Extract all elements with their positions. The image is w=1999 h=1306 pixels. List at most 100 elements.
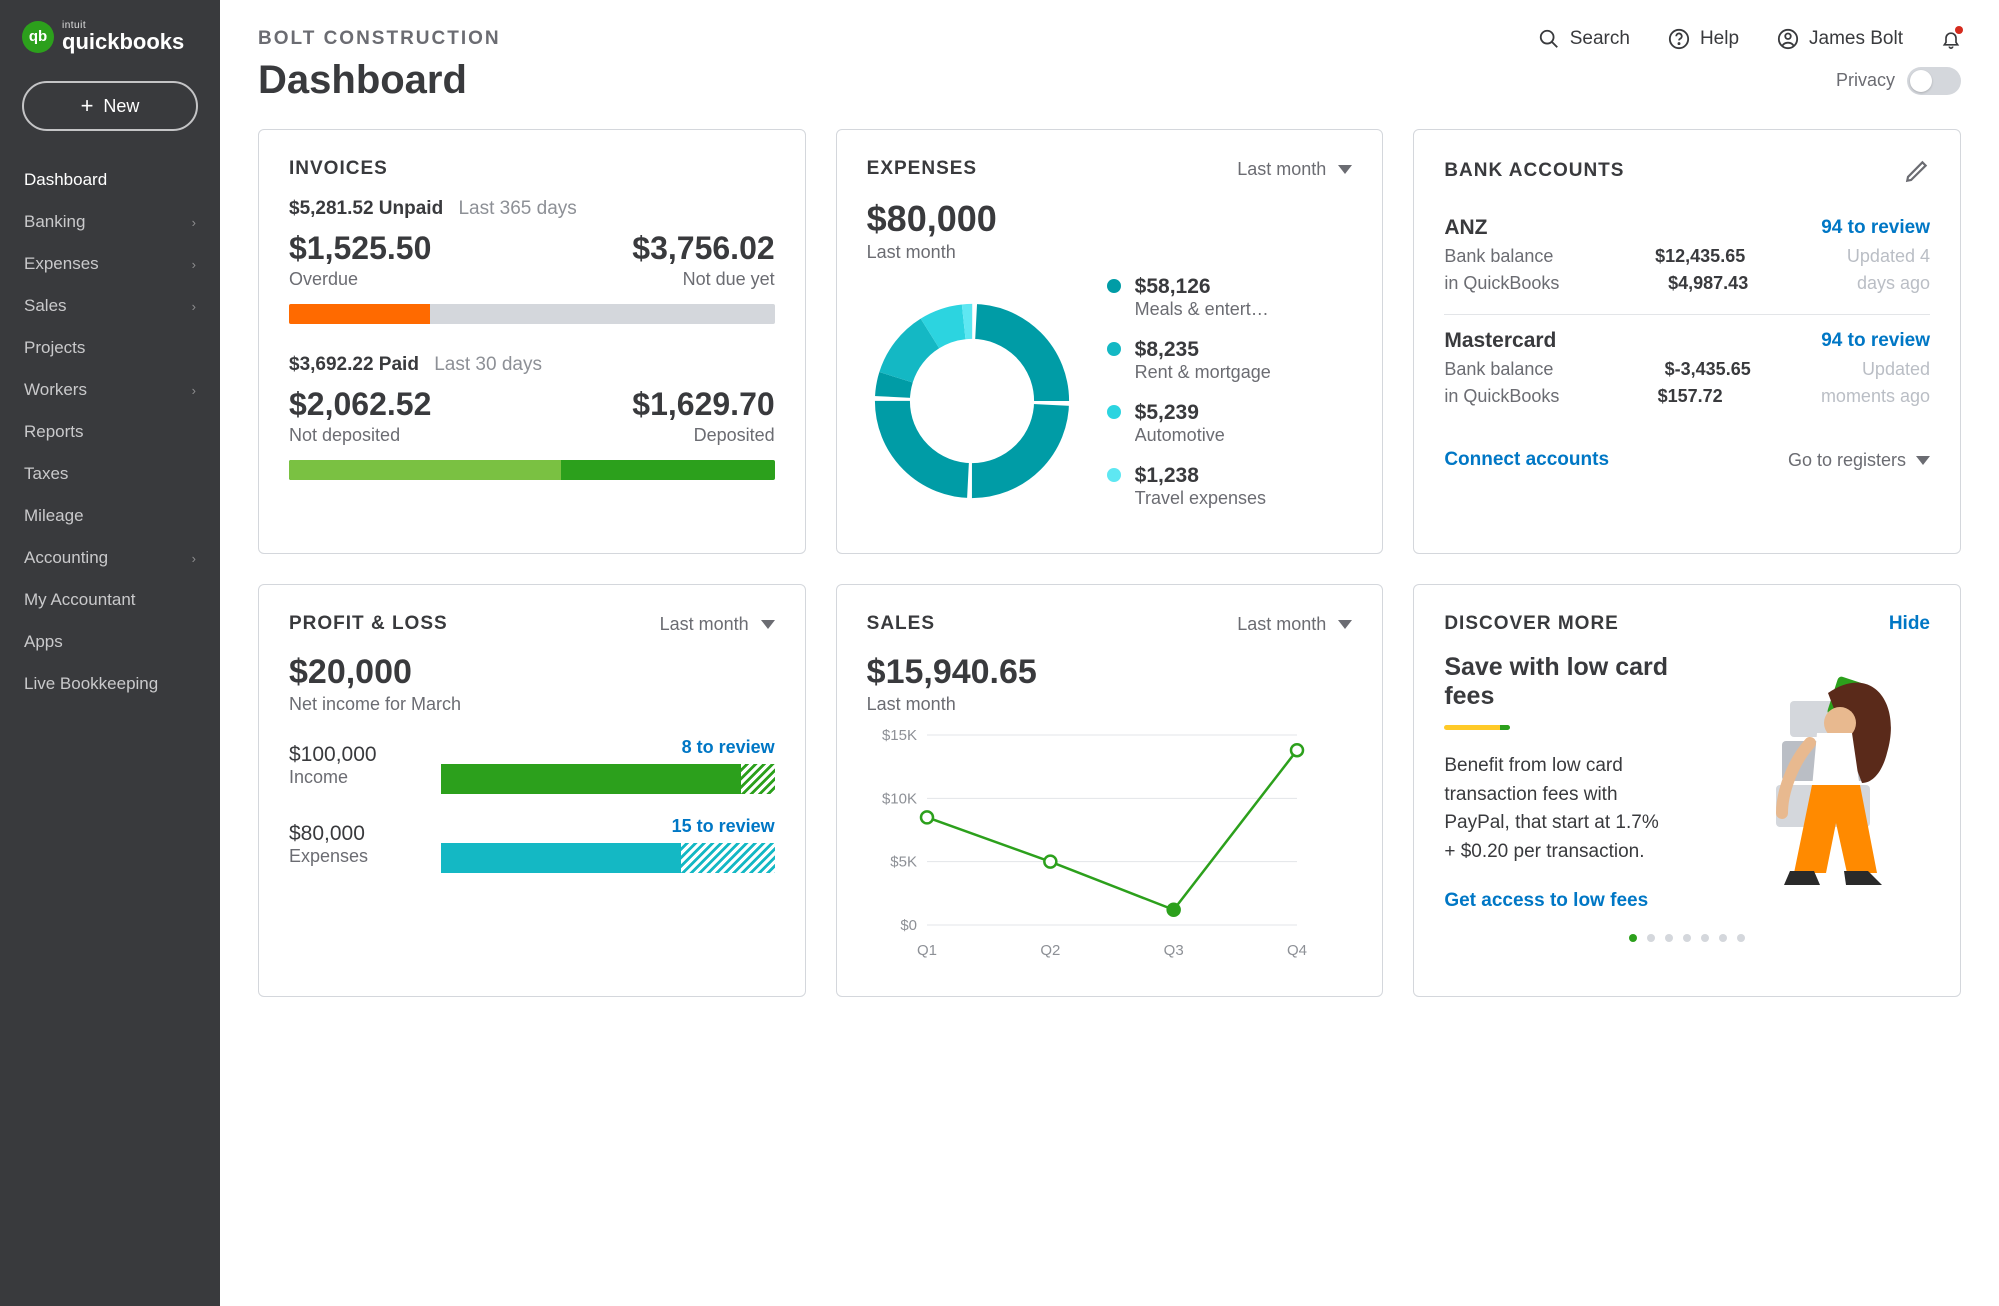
sidebar-item-my-accountant[interactable]: My Accountant <box>0 579 220 621</box>
discover-body: Benefit from low card transaction fees w… <box>1444 752 1674 866</box>
sidebar-item-apps[interactable]: Apps <box>0 621 220 663</box>
chart-y-tick: $5K <box>890 854 917 871</box>
sidebar-item-live-bookkeeping[interactable]: Live Bookkeeping <box>0 663 220 705</box>
connect-accounts-link[interactable]: Connect accounts <box>1444 449 1609 471</box>
expenses-sub: Last month <box>867 242 1353 263</box>
sidebar-item-dashboard[interactable]: Dashboard <box>0 159 220 201</box>
bank-balance-value: $-3,435.65 <box>1665 359 1751 380</box>
user-menu[interactable]: James Bolt <box>1777 28 1903 50</box>
chevron-right-icon: › <box>192 551 196 566</box>
sidebar-item-label: Dashboard <box>24 170 107 190</box>
help-label: Help <box>1700 28 1739 50</box>
chevron-down-icon <box>1338 620 1352 629</box>
edit-icon[interactable] <box>1904 158 1930 184</box>
search-button[interactable]: Search <box>1538 28 1630 50</box>
bank-account-row[interactable]: Mastercard 94 to review Bank balance$-3,… <box>1444 315 1930 427</box>
sidebar-item-sales[interactable]: Sales› <box>0 285 220 327</box>
chevron-right-icon: › <box>192 299 196 314</box>
carousel-dot[interactable] <box>1665 934 1673 942</box>
invoices-paid-bar <box>289 460 775 480</box>
sidebar-item-expenses[interactable]: Expenses› <box>0 243 220 285</box>
sidebar-item-label: Mileage <box>24 506 84 526</box>
carousel-dot[interactable] <box>1629 934 1637 942</box>
bank-name: ANZ <box>1444 216 1487 240</box>
legend-dot-icon <box>1107 279 1121 293</box>
discover-rule-icon <box>1444 725 1510 730</box>
chevron-right-icon: › <box>192 383 196 398</box>
privacy-toggle[interactable] <box>1907 67 1961 95</box>
sidebar-item-label: Workers <box>24 380 87 400</box>
bank-qb-label: in QuickBooks <box>1444 386 1559 407</box>
invoices-unpaid-amount: $5,281.52 Unpaid <box>289 198 443 219</box>
logo: qb intuit quickbooks <box>0 20 220 71</box>
pl-period-label: Last month <box>660 614 749 635</box>
sidebar-item-mileage[interactable]: Mileage <box>0 495 220 537</box>
notifications-button[interactable] <box>1941 28 1961 50</box>
sidebar-item-reports[interactable]: Reports <box>0 411 220 453</box>
bank-title: BANK ACCOUNTS <box>1444 160 1624 182</box>
sidebar: qb intuit quickbooks + New Dashboard Bank… <box>0 0 220 1306</box>
help-button[interactable]: Help <box>1668 28 1739 50</box>
expense-legend-item[interactable]: $5,239 Automotive <box>1107 401 1353 446</box>
discover-cta-link[interactable]: Get access to low fees <box>1444 890 1684 912</box>
carousel-dot[interactable] <box>1701 934 1709 942</box>
bank-qb-value: $4,987.43 <box>1668 273 1748 294</box>
sales-total: $15,940.65 <box>867 653 1353 692</box>
bank-balance-value: $12,435.65 <box>1655 246 1745 267</box>
sidebar-item-projects[interactable]: Projects <box>0 327 220 369</box>
sidebar-item-label: Expenses <box>24 254 99 274</box>
bank-review-link[interactable]: 94 to review <box>1821 217 1930 239</box>
pl-label: Income <box>289 767 419 788</box>
sidebar-item-accounting[interactable]: Accounting› <box>0 537 220 579</box>
discover-heading: Save with low card fees <box>1444 653 1684 711</box>
chevron-down-icon <box>761 620 775 629</box>
new-button[interactable]: + New <box>22 81 198 131</box>
brand-word: quickbooks <box>62 31 184 53</box>
bank-account-row[interactable]: ANZ 94 to review Bank balance$12,435.65U… <box>1444 202 1930 315</box>
sales-period-dropdown[interactable]: Last month <box>1237 614 1352 635</box>
carousel-dot[interactable] <box>1683 934 1691 942</box>
sidebar-item-label: Banking <box>24 212 85 232</box>
pl-row: $100,000 Income 8 to review <box>289 737 775 794</box>
card-bank-accounts: BANK ACCOUNTS ANZ 94 to review Bank bala… <box>1413 129 1961 554</box>
sidebar-item-label: Projects <box>24 338 85 358</box>
card-expenses: EXPENSES Last month $80,000 Last month $… <box>836 129 1384 554</box>
plus-icon: + <box>81 93 94 119</box>
sidebar-item-label: Apps <box>24 632 63 652</box>
sidebar-item-taxes[interactable]: Taxes <box>0 453 220 495</box>
privacy-label: Privacy <box>1836 70 1895 91</box>
invoices-paid-period: Last 30 days <box>434 354 542 375</box>
pl-review-link[interactable]: 8 to review <box>441 737 775 758</box>
bank-qb-label: in QuickBooks <box>1444 273 1559 294</box>
main: BOLT CONSTRUCTION Search Help James Bolt <box>220 0 1999 1306</box>
discover-carousel-dots[interactable] <box>1444 934 1930 942</box>
pl-bar <box>441 843 775 873</box>
pl-period-dropdown[interactable]: Last month <box>660 614 775 635</box>
pl-review-link[interactable]: 15 to review <box>441 816 775 837</box>
sidebar-item-label: My Accountant <box>24 590 136 610</box>
sidebar-item-workers[interactable]: Workers › <box>0 369 220 411</box>
sidebar-item-banking[interactable]: Banking› <box>0 201 220 243</box>
pl-title: PROFIT & LOSS <box>289 613 448 635</box>
bank-updated: Updated <box>1862 359 1930 380</box>
expense-legend-item[interactable]: $8,235 Rent & mortgage <box>1107 338 1353 383</box>
sales-period-label: Last month <box>1237 614 1326 635</box>
chart-y-tick: $10K <box>882 790 917 807</box>
bank-review-link[interactable]: 94 to review <box>1821 330 1930 352</box>
discover-hide-link[interactable]: Hide <box>1889 613 1930 635</box>
expense-legend-item[interactable]: $1,238 Travel expenses <box>1107 464 1353 509</box>
pl-bar <box>441 764 775 794</box>
search-label: Search <box>1570 28 1630 50</box>
legend-amount: $58,126 <box>1135 275 1269 299</box>
go-to-registers-link[interactable]: Go to registers <box>1788 450 1930 471</box>
expense-legend-item[interactable]: $58,126 Meals & entert… <box>1107 275 1353 320</box>
invoices-notdep-amount: $2,062.52 <box>289 386 431 423</box>
bank-name: Mastercard <box>1444 329 1556 353</box>
bank-balance-label: Bank balance <box>1444 246 1553 267</box>
expenses-title: EXPENSES <box>867 158 977 180</box>
expenses-period-dropdown[interactable]: Last month <box>1237 159 1352 180</box>
carousel-dot[interactable] <box>1737 934 1745 942</box>
pl-row: $80,000 Expenses 15 to review <box>289 816 775 873</box>
carousel-dot[interactable] <box>1647 934 1655 942</box>
carousel-dot[interactable] <box>1719 934 1727 942</box>
